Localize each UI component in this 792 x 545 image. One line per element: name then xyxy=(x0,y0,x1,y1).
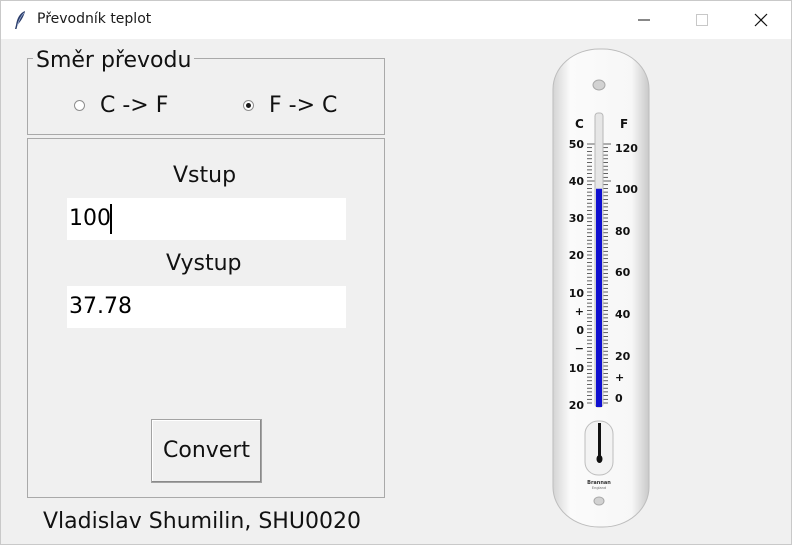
author-label: Vladislav Shumilin, SHU0020 xyxy=(43,509,361,534)
fahrenheit-tick-label: 0 xyxy=(615,392,623,405)
thermometer-image: C F 5040302010+0−1020 12010080604020+0 B… xyxy=(552,48,650,528)
celsius-tick-label: 10 xyxy=(569,362,585,375)
fahrenheit-label: F xyxy=(620,117,628,131)
output-field[interactable] xyxy=(67,286,346,328)
fahrenheit-tick-label: + xyxy=(615,371,624,384)
maximize-icon xyxy=(696,14,708,26)
brand-sub-label: England xyxy=(592,486,606,490)
convert-button[interactable]: Convert xyxy=(151,419,262,483)
celsius-tick-label: 30 xyxy=(569,212,585,225)
input-label: Vstup xyxy=(173,163,237,188)
minimize-icon xyxy=(638,19,650,21)
close-button[interactable] xyxy=(732,1,790,39)
title-bar: Převodník teplot xyxy=(1,1,791,39)
bulb-icon xyxy=(596,455,603,463)
celsius-tick-label: − xyxy=(575,342,584,355)
fahrenheit-tick-label: 40 xyxy=(615,308,631,321)
radio-indicator[interactable] xyxy=(243,100,254,111)
fahrenheit-tick-label: 100 xyxy=(615,183,638,196)
close-icon xyxy=(754,13,768,27)
app-window: Převodník teplot Směr převodu C -> F F -… xyxy=(0,0,792,545)
direction-legend: Směr převodu xyxy=(33,47,195,75)
minimize-button[interactable] xyxy=(615,1,673,39)
celsius-tick-label: 10 xyxy=(569,287,585,300)
temperature-column xyxy=(596,188,602,407)
radio-indicator[interactable] xyxy=(74,100,85,111)
fahrenheit-tick-label: 60 xyxy=(615,266,631,279)
celsius-tick-label: 20 xyxy=(569,249,585,262)
fahrenheit-tick-label: 20 xyxy=(615,350,631,363)
celsius-tick-label: 40 xyxy=(569,175,585,188)
maximize-button[interactable] xyxy=(673,1,731,39)
input-field[interactable] xyxy=(67,198,346,240)
celsius-tick-label: 50 xyxy=(569,138,585,151)
celsius-label: C xyxy=(575,117,584,131)
fahrenheit-tick-label: 120 xyxy=(615,142,638,155)
radio-label: C -> F xyxy=(100,93,169,118)
window-title: Převodník teplot xyxy=(37,11,152,27)
celsius-tick-label: + xyxy=(575,305,584,318)
text-caret xyxy=(110,204,112,234)
output-label: Vystup xyxy=(166,251,242,276)
radio-label: F -> C xyxy=(269,93,338,118)
mount-hole-icon xyxy=(592,79,606,91)
celsius-tick-label: 0 xyxy=(576,324,584,337)
fahrenheit-tick-label: 80 xyxy=(615,225,631,238)
celsius-tick-label: 20 xyxy=(569,399,585,412)
feather-icon xyxy=(11,10,31,30)
